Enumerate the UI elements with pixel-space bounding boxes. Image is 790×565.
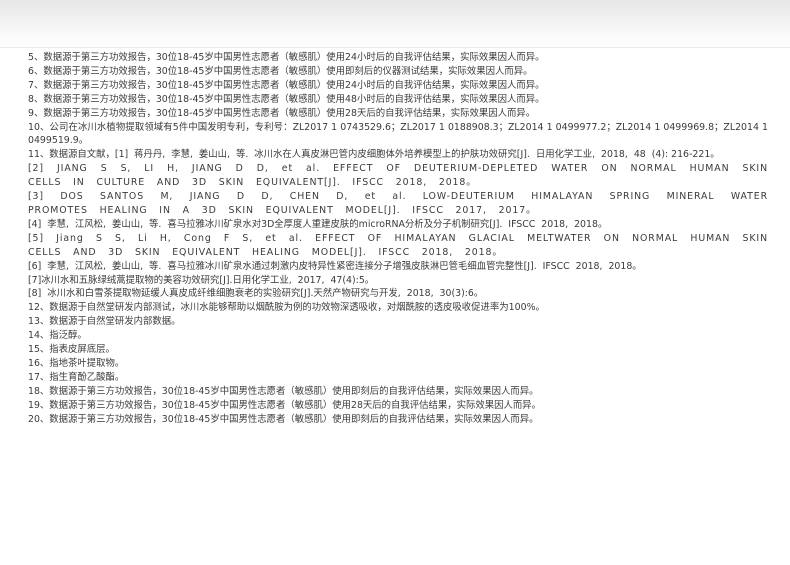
footnote-10-patents: 10、公司在冰川水植物提取领域有5件中国发明专利，专利号：ZL2017 1 07… [28, 121, 771, 147]
footnote-20: 20、数据源于第三方功效报告，30位18-45岁中国男性志愿者（敏感肌）使用即刻… [28, 413, 539, 425]
footnote-13: 13、数据源于自然堂研发内部数据。 [28, 316, 181, 328]
reference-6: [6] 李慧, 江风松, 姜山山, 等. 喜马拉雅冰川矿泉水通过刺激内皮特异性紧… [28, 260, 642, 272]
footnote-14: 14、指泛醇。 [28, 330, 87, 342]
footnote-11-reference-1: 11、数据源自文献，[1] 蒋丹丹, 李慧, 姜山山, 等. 冰川水在人真皮淋巴… [28, 149, 720, 161]
footnote-6: 6、数据源于第三方功效报告，30位18-45岁中国男性志愿者（敏感肌）使用即刻后… [28, 65, 533, 77]
footnotes-list: 5、数据源于第三方功效报告，30位18-45岁中国男性志愿者（敏感肌）使用24小… [28, 51, 768, 426]
reference-8: [8] 冰川水和白雪茶提取物延缓人真皮成纤维细胞衰老的实验研究[J].天然产物研… [28, 288, 484, 300]
reference-3: [3] DOS SANTOS M, JIANG D D, CHEN D, et … [28, 191, 780, 216]
reference-4: [4] 李慧, 江风松, 姜山山, 等. 喜马拉雅冰川矿泉水对3D全厚度人重建皮… [28, 218, 608, 230]
reference-7: [7]冰川水和五脉绿绒蒿提取物的美容功效研究[J].日用化学工业, 2017, … [28, 274, 375, 286]
footnote-17: 17、指生育酚乙酸酯。 [28, 371, 125, 383]
footnote-5: 5、数据源于第三方功效报告，30位18-45岁中国男性志愿者（敏感肌）使用24小… [28, 52, 545, 63]
footnote-9: 9、数据源于第三方功效报告，30位18-45岁中国男性志愿者（敏感肌）使用28天… [28, 107, 536, 119]
footnote-12: 12、数据源于自然堂研发内部测试，冰川水能够帮助以烟酰胺为例的功效物深透吸收，对… [28, 302, 545, 314]
reference-2: [2] JIANG S S, LI H, JIANG D D, et al. E… [28, 163, 780, 189]
footnote-18: 18、数据源于第三方功效报告，30位18-45岁中国男性志愿者（敏感肌）使用即刻… [28, 385, 539, 397]
reference-5: [5] Jiang S S, Li H, Cong F S, et al. EF… [28, 232, 780, 258]
footnote-8: 8、数据源于第三方功效报告，30位18-45岁中国男性志愿者（敏感肌）使用48小… [28, 93, 545, 105]
top-header-band [0, 0, 790, 48]
footnote-19: 19、数据源于第三方功效报告，30位18-45岁中国男性志愿者（敏感肌）使用28… [28, 399, 542, 411]
footnote-15: 15、指表皮屏底层。 [28, 344, 115, 356]
footnote-16: 16、指地茶叶提取物。 [28, 357, 125, 369]
footnote-7: 7、数据源于第三方功效报告，30位18-45岁中国男性志愿者（敏感肌）使用24小… [28, 79, 545, 91]
